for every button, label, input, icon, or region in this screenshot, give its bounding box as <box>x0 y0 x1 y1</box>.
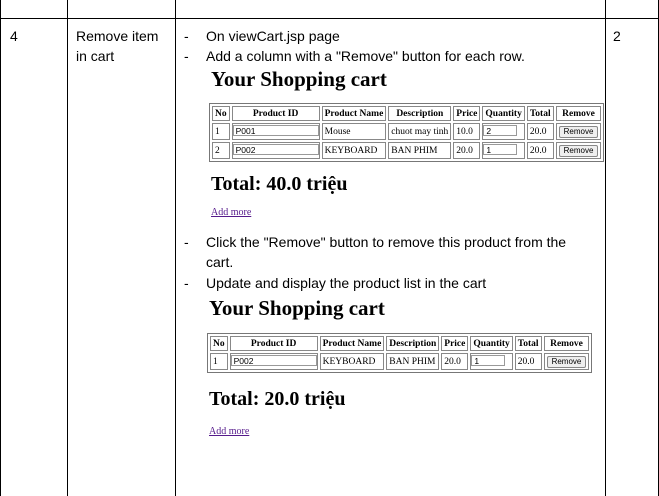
table-row: 1 Mousechuot may tinh10.0 20.0 Remove <box>212 123 602 140</box>
column-divider <box>175 0 176 496</box>
column-divider <box>67 0 68 496</box>
row-total: 20.0 <box>526 123 554 140</box>
table-cell: Remove <box>543 353 590 370</box>
cart-total: Total: 20.0 triệu <box>209 388 346 410</box>
product-name: KEYBOARD <box>319 353 385 370</box>
table-row: 1KEYBOARDBAN PHIM20.020.0Remove <box>210 353 590 370</box>
product-description: chuot may tinh <box>388 123 452 140</box>
column-header: Remove <box>543 336 590 351</box>
document-table: 4 Remove item in cart 2 - On viewCart.jsp… <box>0 0 659 496</box>
row-total: 20.0 <box>526 142 554 159</box>
column-header: Total <box>514 336 542 351</box>
column-header: Description <box>388 106 452 121</box>
quantity-field[interactable] <box>483 144 518 156</box>
table-cell <box>229 353 318 370</box>
cart-table: No Product ID Product Name Description Price… <box>209 103 605 162</box>
remove-button[interactable]: Remove <box>558 144 599 157</box>
cart-table: No Product ID Product Name Description Price… <box>207 333 593 373</box>
row-no: 2 <box>212 142 230 159</box>
table-row: 2KEYBOARDBAN PHIM20.020.0Remove <box>212 142 602 159</box>
column-header: Quantity <box>482 106 525 121</box>
column-header: Description <box>386 336 440 351</box>
column-header: Product Name <box>321 106 387 121</box>
row-no: 1 <box>212 123 230 140</box>
column-header: Product Name <box>319 336 385 351</box>
product-name: KEYBOARD <box>321 142 387 159</box>
product-description: BAN PHIM <box>388 142 452 159</box>
product-name: Mouse <box>321 123 387 140</box>
remove-button[interactable]: Remove <box>558 125 599 138</box>
product-description: BAN PHIM <box>386 353 440 370</box>
row-divider <box>0 18 659 19</box>
cart-title: Your Shopping cart <box>209 296 385 320</box>
cart-header-row: No Product ID Product Name Description Price… <box>210 336 590 351</box>
remove-button[interactable]: Remove <box>546 355 587 368</box>
column-header: Total <box>526 106 554 121</box>
table-border-left <box>0 0 1 496</box>
column-header: Price <box>441 336 469 351</box>
table-cell <box>470 353 513 370</box>
row-number: 4 <box>10 28 18 44</box>
table-cell <box>231 123 320 140</box>
quantity-field[interactable] <box>483 125 518 137</box>
product-price: 20.0 <box>453 142 481 159</box>
table-cell <box>231 142 320 159</box>
row-points: 2 <box>613 28 621 44</box>
feature-name: Remove item in cart <box>76 28 159 64</box>
column-header: Product ID <box>231 106 320 121</box>
column-header: No <box>212 106 230 121</box>
product-id-field[interactable] <box>232 125 319 137</box>
product-price: 20.0 <box>441 353 469 370</box>
product-id-field[interactable] <box>230 355 317 367</box>
column-header: Price <box>453 106 481 121</box>
cart-header-row: No Product ID Product Name Description Price… <box>212 106 602 121</box>
row-total: 20.0 <box>514 353 542 370</box>
cart-total: Total: 40.0 triệu <box>211 173 348 195</box>
column-header: Remove <box>555 106 602 121</box>
table-cell <box>482 142 525 159</box>
table-cell: Remove <box>555 123 602 140</box>
cart-title: Your Shopping cart <box>211 67 387 91</box>
product-id-field[interactable] <box>232 144 319 156</box>
column-header: No <box>210 336 228 351</box>
column-divider <box>605 0 606 496</box>
row-no: 1 <box>210 353 228 370</box>
column-header: Product ID <box>229 336 318 351</box>
product-price: 10.0 <box>453 123 481 140</box>
table-cell: Remove <box>555 142 602 159</box>
add-more-link[interactable]: Add more <box>211 207 251 218</box>
column-header: Quantity <box>470 336 513 351</box>
table-cell <box>482 123 525 140</box>
quantity-field[interactable] <box>471 355 506 367</box>
add-more-link[interactable]: Add more <box>209 426 249 437</box>
